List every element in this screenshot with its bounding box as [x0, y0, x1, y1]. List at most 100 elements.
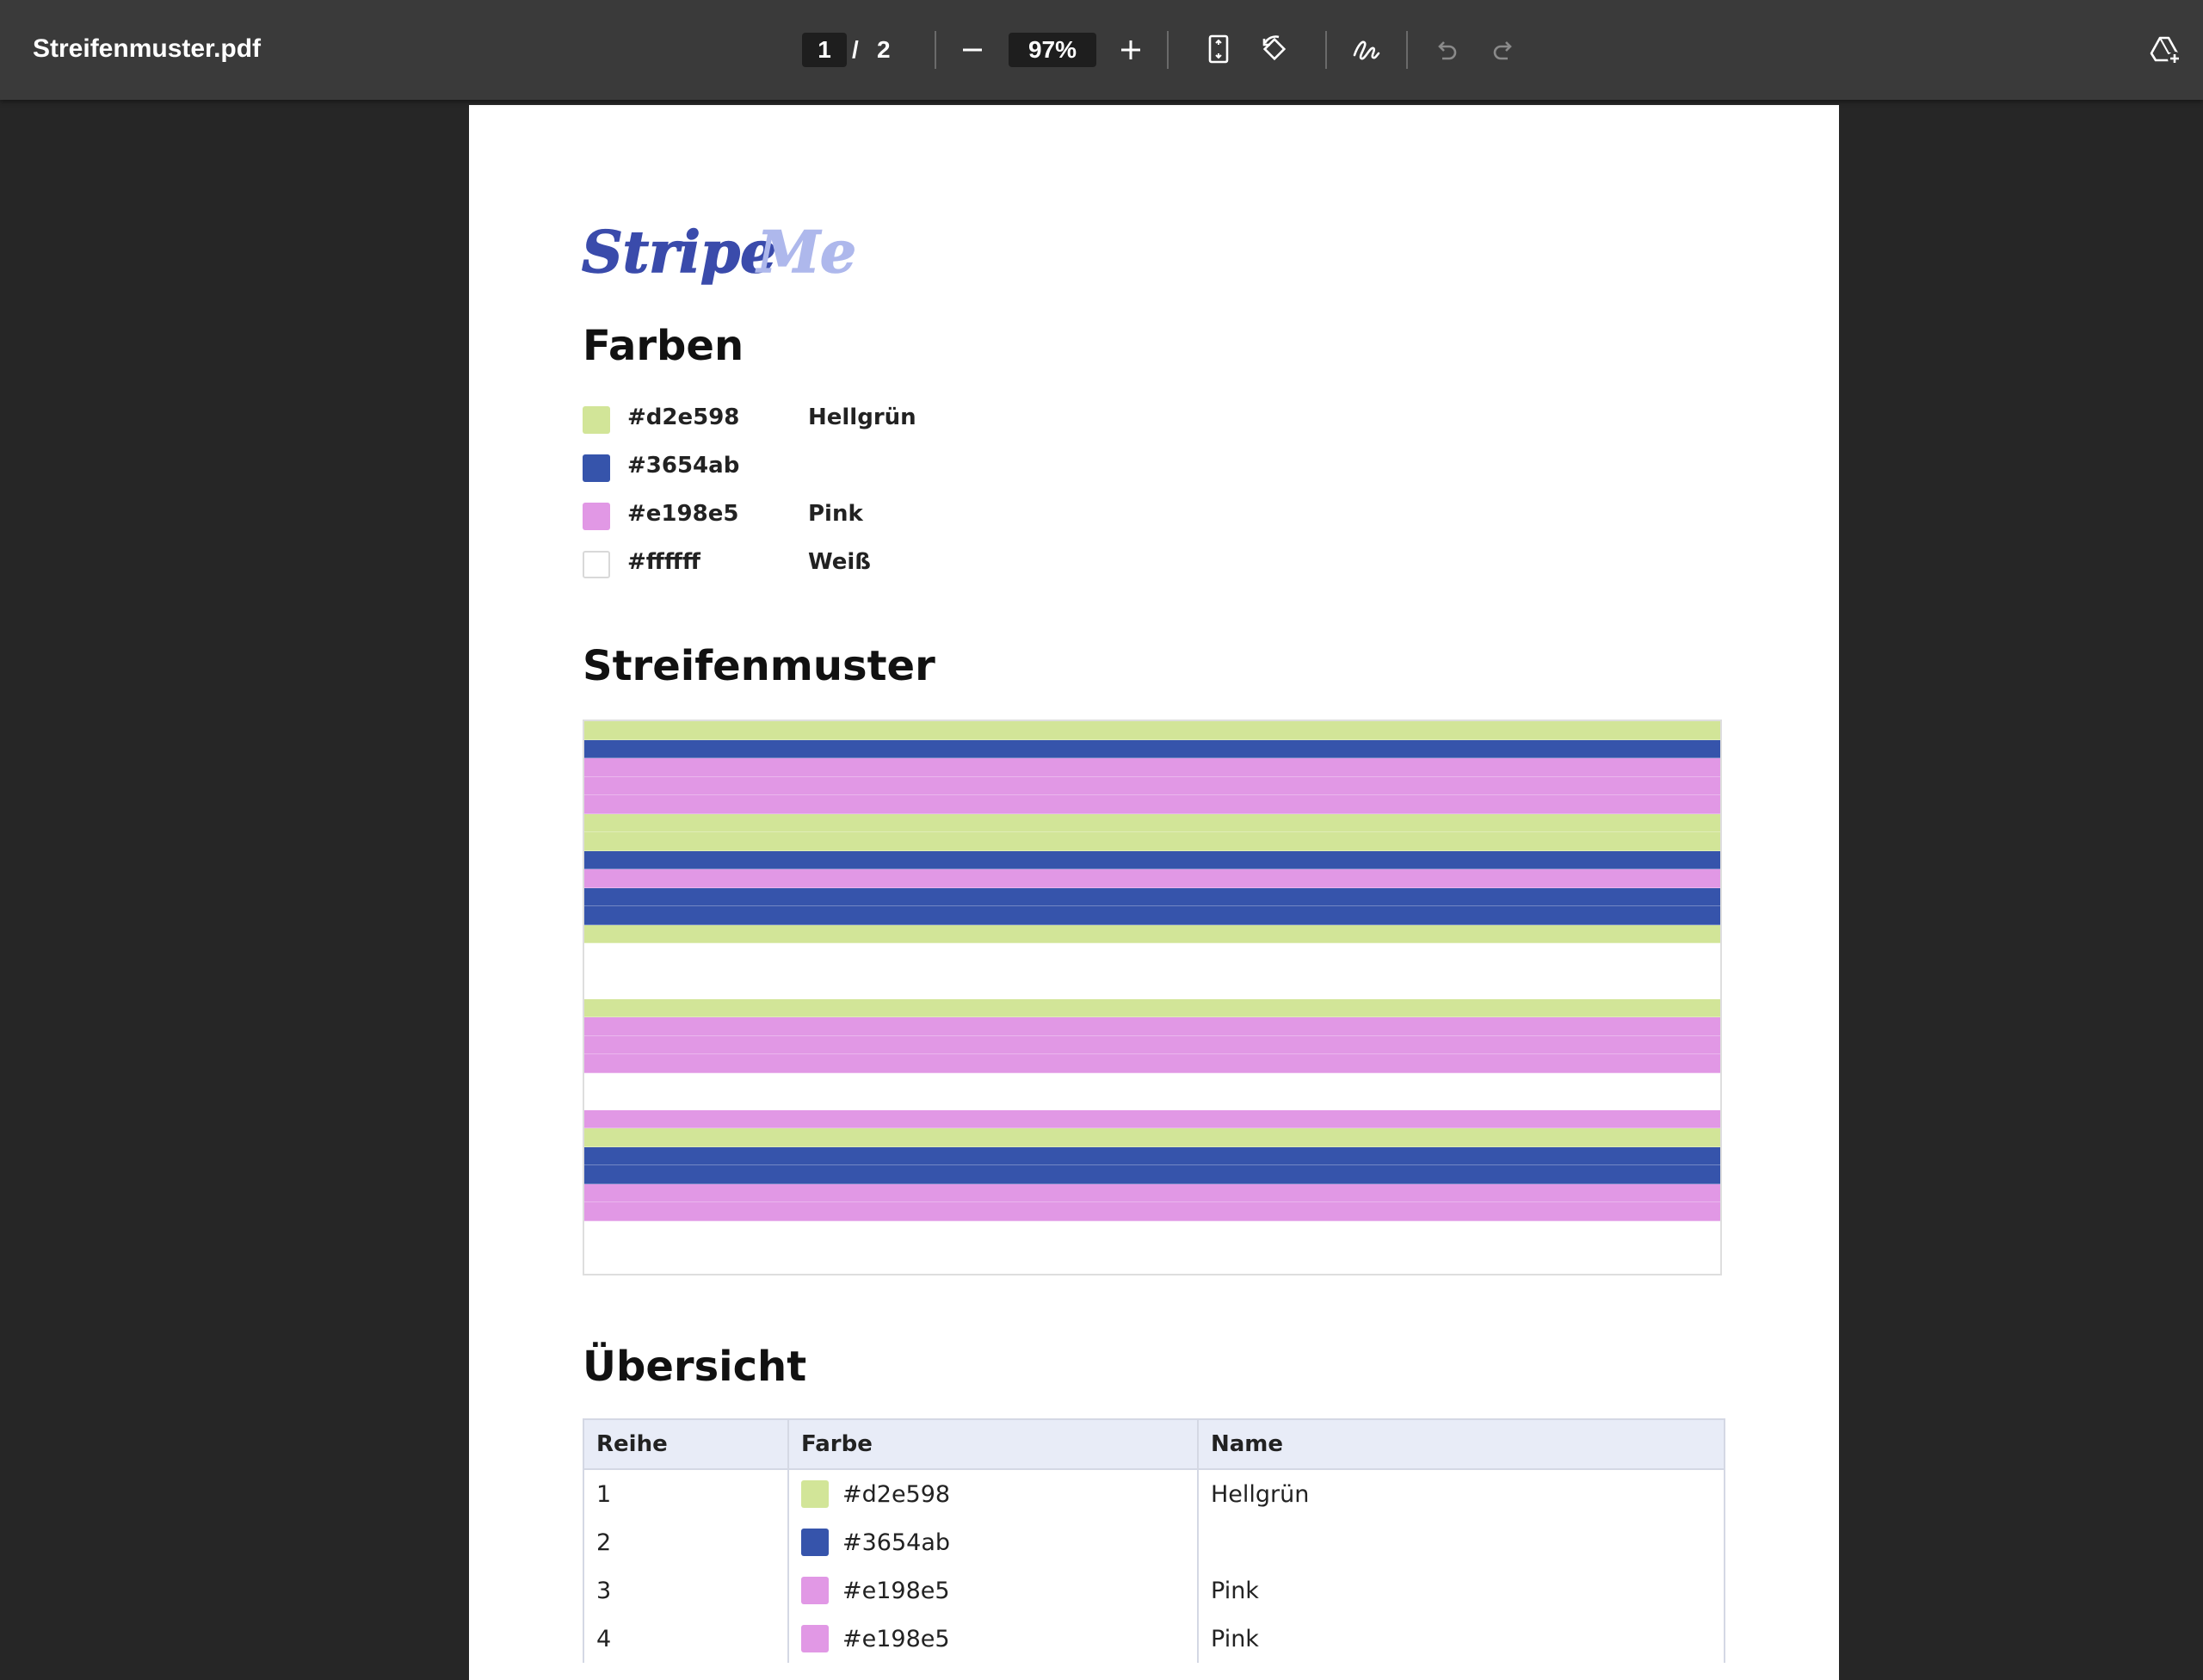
color-row: #3654ab	[583, 446, 1013, 494]
stripe-row	[584, 850, 1720, 869]
cell-hex: #3654ab	[842, 1529, 951, 1556]
stripe-row	[584, 1202, 1720, 1221]
stripe-row	[584, 776, 1720, 795]
color-hex: #e198e5	[627, 501, 739, 527]
cell-reihe: 2	[583, 1518, 789, 1566]
stripe-row	[584, 1257, 1720, 1274]
cell-hex: #e198e5	[842, 1625, 950, 1652]
cell-name: Pink	[1197, 1615, 1725, 1663]
table-row: 3 #e198e5 Pink	[583, 1566, 1725, 1615]
stripe-row	[584, 1017, 1720, 1036]
pdf-page: Stripe Me Farben #d2e598 Hellgrün #3654a…	[469, 105, 1839, 1680]
zoom-out-button[interactable]	[953, 31, 991, 69]
pdf-viewer[interactable]: Stripe Me Farben #d2e598 Hellgrün #3654a…	[0, 100, 2203, 1680]
stripe-row	[584, 832, 1720, 851]
stripe-row	[584, 1054, 1720, 1073]
color-name: Pink	[808, 501, 863, 527]
color-row: #d2e598 Hellgrün	[583, 398, 1013, 446]
page-number-input[interactable]: 1	[802, 33, 847, 67]
heading-uebersicht: Übersicht	[583, 1343, 807, 1391]
color-row: #e198e5 Pink	[583, 494, 1013, 542]
stripe-row	[584, 758, 1720, 777]
stripe-row	[584, 943, 1720, 962]
redo-icon	[1493, 41, 1512, 60]
undo-button[interactable]	[1429, 31, 1466, 69]
heading-streifenmuster: Streifenmuster	[583, 642, 935, 690]
toolbar-divider	[1167, 31, 1169, 69]
cell-farbe: #3654ab	[787, 1518, 1199, 1566]
color-legend: #d2e598 Hellgrün #3654ab #e198e5 Pink #f…	[583, 398, 1013, 590]
color-swatch	[583, 551, 610, 578]
page-separator: /	[852, 36, 859, 63]
color-swatch	[801, 1625, 829, 1653]
pen-signature-icon	[1353, 40, 1380, 60]
header-farbe: Farbe	[787, 1418, 1199, 1470]
cell-farbe: #e198e5	[787, 1615, 1199, 1663]
stripe-row	[584, 906, 1720, 925]
cell-reihe: 1	[583, 1469, 789, 1518]
color-swatch	[583, 454, 610, 482]
stripe-row	[584, 980, 1720, 999]
color-name: Weiß	[808, 549, 871, 575]
stripeme-logo: Stripe Me	[582, 218, 857, 287]
color-swatch	[583, 503, 610, 530]
stripe-row	[584, 1072, 1720, 1091]
zoom-level-input[interactable]: 97%	[1009, 33, 1096, 67]
stripe-row	[584, 813, 1720, 832]
stripe-row	[584, 1091, 1720, 1110]
stripe-row	[584, 887, 1720, 906]
cell-name: Hellgrün	[1197, 1469, 1725, 1518]
toolbar-divider	[1325, 31, 1327, 69]
stripe-row	[584, 1128, 1720, 1147]
minus-icon	[963, 48, 982, 52]
overview-table: Reihe Farbe Name 1 #d2e598 Hellgrün 2 #3…	[583, 1418, 1725, 1663]
cell-farbe: #d2e598	[787, 1469, 1199, 1518]
cell-farbe: #e198e5	[787, 1566, 1199, 1615]
logo-part-stripe: Stripe	[582, 219, 776, 286]
stripe-row	[584, 924, 1720, 943]
table-row: 1 #d2e598 Hellgrün	[583, 1469, 1725, 1518]
stripe-row	[584, 1146, 1720, 1165]
color-hex: #ffffff	[627, 549, 700, 575]
redo-button[interactable]	[1484, 31, 1521, 69]
heading-farben: Farben	[583, 322, 744, 370]
annotate-button[interactable]	[1348, 31, 1385, 69]
toolbar-divider	[1406, 31, 1408, 69]
stripe-row	[584, 1220, 1720, 1239]
header-name: Name	[1197, 1418, 1725, 1470]
stripe-row	[584, 739, 1720, 758]
stripe-row	[584, 869, 1720, 888]
undo-icon	[1438, 41, 1457, 60]
stripe-row	[584, 961, 1720, 980]
zoom-in-button[interactable]	[1112, 31, 1150, 69]
file-title: Streifenmuster.pdf	[33, 34, 262, 63]
plus-icon	[1121, 40, 1140, 59]
rotate-button[interactable]	[1256, 31, 1294, 69]
cell-name: Pink	[1197, 1566, 1725, 1615]
rotate-icon	[1262, 35, 1287, 61]
total-pages: 2	[877, 36, 891, 63]
color-name: Hellgrün	[808, 405, 916, 430]
stripe-row	[584, 1035, 1720, 1054]
logo-part-me: Me	[756, 219, 856, 286]
stripe-row	[584, 795, 1720, 814]
stripe-row	[584, 998, 1720, 1017]
cell-name	[1197, 1518, 1725, 1566]
cell-hex: #e198e5	[842, 1577, 950, 1604]
add-to-drive-icon	[2150, 36, 2181, 65]
stripe-row	[584, 721, 1720, 740]
color-swatch	[801, 1577, 829, 1605]
color-hex: #d2e598	[627, 405, 740, 430]
table-row: 4 #e198e5 Pink	[583, 1615, 1725, 1663]
fit-page-button[interactable]	[1200, 31, 1237, 69]
color-swatch	[801, 1480, 829, 1509]
stripe-row	[584, 1165, 1720, 1184]
header-reihe: Reihe	[583, 1418, 789, 1470]
table-row: 2 #3654ab	[583, 1518, 1725, 1566]
stripe-row	[584, 1183, 1720, 1202]
stripe-row	[584, 1239, 1720, 1258]
table-header-row: Reihe Farbe Name	[583, 1418, 1725, 1470]
add-to-drive-button[interactable]	[2146, 31, 2184, 69]
color-swatch	[583, 406, 610, 434]
cell-hex: #d2e598	[842, 1480, 951, 1508]
